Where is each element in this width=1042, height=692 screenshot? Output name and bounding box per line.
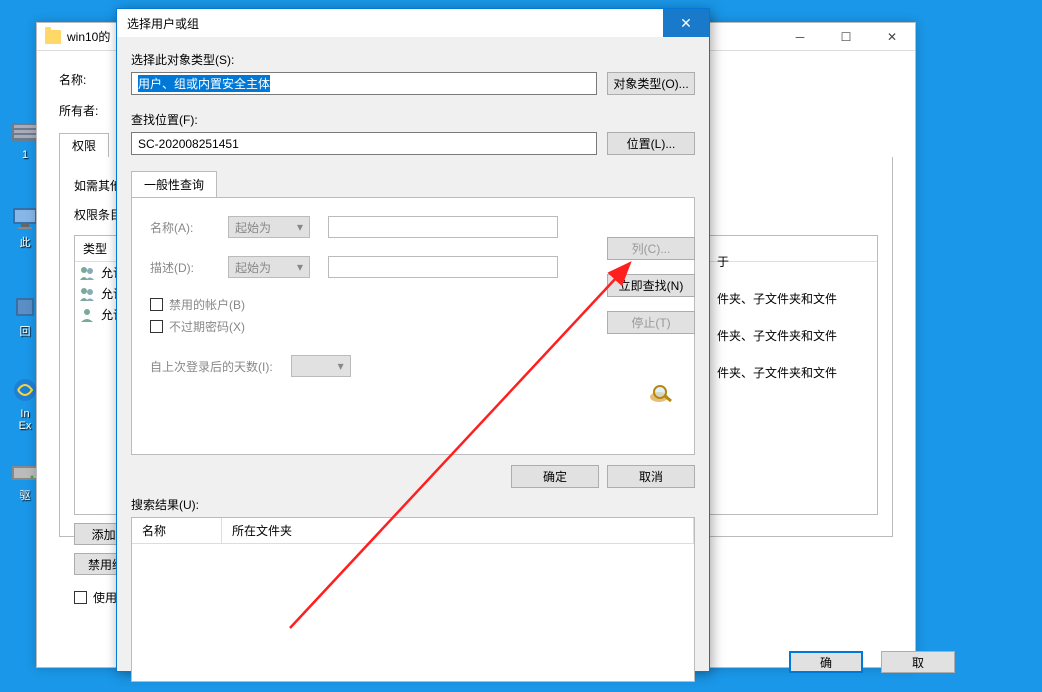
ok-button[interactable]: 确定 xyxy=(511,465,599,488)
q-name-label: 名称(A): xyxy=(150,219,210,236)
results-list[interactable]: 名称 所在文件夹 xyxy=(131,517,695,682)
name-input[interactable] xyxy=(328,216,558,238)
use-checkbox[interactable] xyxy=(74,591,87,604)
tab-permissions[interactable]: 权限 xyxy=(59,133,109,157)
results-col-folder[interactable]: 所在文件夹 xyxy=(222,518,694,543)
non-expiring-pwd-checkbox[interactable] xyxy=(150,320,163,333)
locations-button[interactable]: 位置(L)... xyxy=(607,132,695,155)
user-icon xyxy=(79,307,95,323)
desc-input[interactable] xyxy=(328,256,558,278)
object-type-field[interactable]: 用户、组或内置安全主体 xyxy=(131,72,597,95)
select-user-dialog: 选择用户或组 ✕ 选择此对象类型(S): 用户、组或内置安全主体 对象类型(O)… xyxy=(116,8,710,672)
minimize-button[interactable]: ─ xyxy=(777,23,823,51)
bg-ok-button[interactable]: 确 xyxy=(789,651,863,673)
folder-icon xyxy=(45,30,61,44)
close-button[interactable]: ✕ xyxy=(869,23,915,51)
name-label: 名称: xyxy=(59,71,109,88)
owner-label: 所有者: xyxy=(59,102,109,119)
object-type-label: 选择此对象类型(S): xyxy=(131,51,695,68)
chevron-down-icon: ▾ xyxy=(297,260,303,274)
dialog-close-button[interactable]: ✕ xyxy=(663,9,709,37)
find-now-button[interactable]: 立即查找(N) xyxy=(607,274,695,297)
location-label: 查找位置(F): xyxy=(131,111,695,128)
object-types-button[interactable]: 对象类型(O)... xyxy=(607,72,695,95)
disabled-accounts-label: 禁用的帐户(B) xyxy=(169,296,245,313)
columns-button[interactable]: 列(C)... xyxy=(607,237,695,260)
days-select[interactable]: ▾ xyxy=(291,355,351,377)
chevron-down-icon: ▾ xyxy=(297,220,303,234)
maximize-button[interactable]: ☐ xyxy=(823,23,869,51)
dialog-titlebar[interactable]: 选择用户或组 ✕ xyxy=(117,9,709,37)
non-expiring-pwd-label: 不过期密码(X) xyxy=(169,318,245,335)
cancel-button[interactable]: 取消 xyxy=(607,465,695,488)
dialog-title: 选择用户或组 xyxy=(127,15,199,32)
tab-common-query[interactable]: 一般性查询 xyxy=(131,171,217,197)
results-col-name[interactable]: 名称 xyxy=(132,518,222,543)
bg-title: win10的 xyxy=(67,28,110,45)
user-icon xyxy=(79,286,95,302)
location-field[interactable]: SC-202008251451 xyxy=(131,132,597,155)
chevron-down-icon: ▾ xyxy=(338,359,344,373)
applies-to-column: 于 件夹、子文件夹和文件 件夹、子文件夹和文件 件夹、子文件夹和文件 xyxy=(717,253,837,401)
desc-match-select[interactable]: 起始为▾ xyxy=(228,256,310,278)
bg-cancel-button[interactable]: 取 xyxy=(881,651,955,673)
stop-button[interactable]: 停止(T) xyxy=(607,311,695,334)
user-icon xyxy=(79,265,95,281)
search-icon xyxy=(647,383,679,407)
results-label: 搜索结果(U): xyxy=(131,496,695,513)
disabled-accounts-checkbox[interactable] xyxy=(150,298,163,311)
days-since-login-label: 自上次登录后的天数(I): xyxy=(150,358,273,375)
q-desc-label: 描述(D): xyxy=(150,259,210,276)
name-match-select[interactable]: 起始为▾ xyxy=(228,216,310,238)
